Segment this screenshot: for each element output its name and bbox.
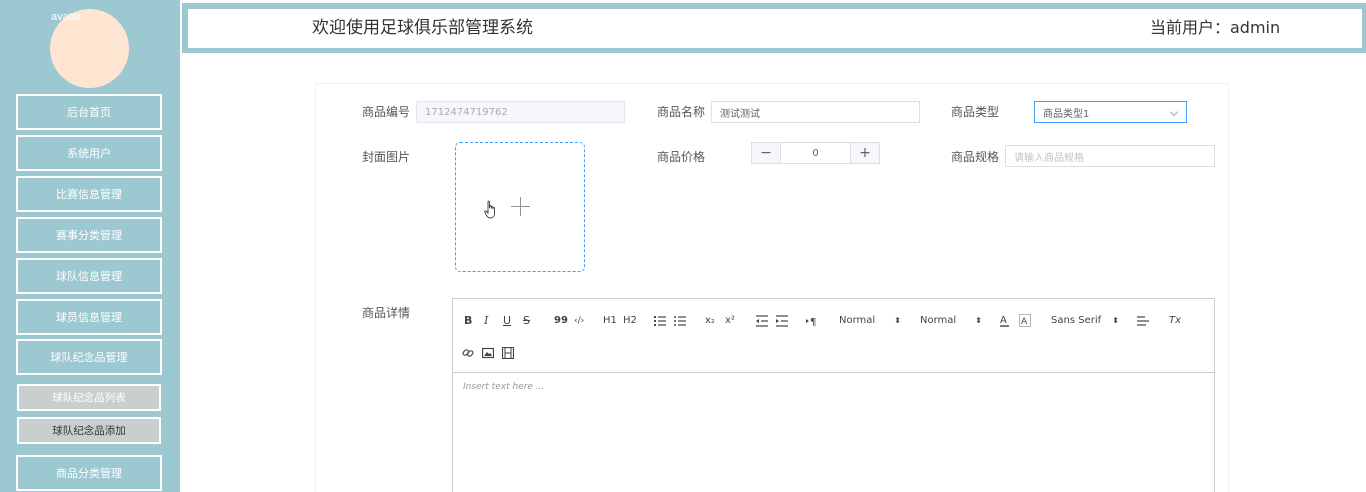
align-left-icon[interactable]: [1137, 315, 1149, 327]
type-select[interactable]: 商品类型1: [1034, 101, 1187, 123]
image-icon[interactable]: [482, 347, 494, 359]
indent-icon[interactable]: [776, 315, 788, 327]
h2-button[interactable]: H2: [623, 315, 637, 327]
superscript-button[interactable]: x²: [725, 315, 735, 327]
price-stepper[interactable]: − 0 +: [751, 142, 880, 164]
type-label: 商品类型: [951, 105, 1000, 119]
heading-select-value: Normal: [839, 315, 876, 326]
current-user: 当前用户：admin: [1150, 18, 1281, 37]
cover-label: 封面图片: [362, 150, 411, 164]
editor-toolbar: [452, 298, 1215, 373]
bold-button[interactable]: B: [464, 315, 472, 327]
sidebar-subitem-souvenir-list[interactable]: 球队纪念品列表: [17, 384, 161, 411]
type-select-value: 商品类型1: [1043, 108, 1090, 120]
svg-text:A: A: [1000, 315, 1007, 326]
video-icon[interactable]: [502, 347, 514, 359]
sidebar-item-event-category[interactable]: 赛事分类管理: [16, 217, 162, 253]
sidebar-item-home[interactable]: 后台首页: [16, 94, 162, 130]
app-root: avatar 后台首页 系统用户 比赛信息管理 赛事分类管理 球队信息管理 球员…: [0, 0, 1366, 492]
plus-icon: [511, 197, 531, 217]
increase-button[interactable]: +: [850, 143, 879, 163]
price-label: 商品价格: [657, 150, 706, 164]
code-input: 1712474719762: [416, 101, 625, 123]
detail-label: 商品详情: [362, 306, 411, 320]
text-color-icon[interactable]: A: [999, 314, 1011, 328]
blockquote-button[interactable]: 99: [554, 315, 568, 327]
font-select-value: Sans Serif: [1051, 315, 1102, 326]
decrease-button[interactable]: −: [752, 143, 781, 163]
sidebar-item-match-info[interactable]: 比赛信息管理: [16, 176, 162, 212]
page-title: 欢迎使用足球俱乐部管理系统: [312, 18, 533, 38]
name-label: 商品名称: [657, 105, 706, 119]
underline-button[interactable]: U: [503, 315, 511, 327]
editor-placeholder[interactable]: Insert text here ...: [463, 382, 544, 392]
sidebar-item-player-info[interactable]: 球员信息管理: [16, 299, 162, 335]
avatar-alt-text: avatar: [51, 11, 82, 23]
code-label: 商品编号: [362, 105, 411, 119]
clear-format-button[interactable]: Tx: [1169, 315, 1181, 327]
size-select-value: Normal: [920, 315, 957, 326]
select-arrows-icon: ⬍: [1112, 316, 1119, 325]
select-arrows-icon: ⬍: [975, 316, 982, 325]
background-color-icon[interactable]: A: [1019, 314, 1031, 328]
spec-input[interactable]: 请输入商品规格: [1005, 145, 1215, 167]
sidebar-item-goods-category[interactable]: 商品分类管理: [16, 455, 162, 491]
sidebar-item-system-users[interactable]: 系统用户: [16, 135, 162, 171]
size-select[interactable]: Normal ⬍: [920, 315, 982, 327]
name-input[interactable]: 测试测试: [711, 101, 920, 123]
text-direction-icon[interactable]: ¶: [806, 315, 818, 327]
font-select[interactable]: Sans Serif ⬍: [1051, 315, 1119, 327]
price-value[interactable]: 0: [781, 143, 850, 163]
h1-button[interactable]: H1: [603, 315, 617, 327]
ordered-list-icon[interactable]: [654, 315, 666, 327]
select-arrows-icon: ⬍: [894, 316, 901, 325]
subscript-button[interactable]: x₂: [705, 315, 715, 327]
chevron-down-icon: [1169, 107, 1179, 117]
outdent-icon[interactable]: [756, 315, 768, 327]
sidebar-item-team-info[interactable]: 球队信息管理: [16, 258, 162, 294]
sidebar-item-souvenir[interactable]: 球队纪念品管理: [16, 339, 162, 375]
spec-label: 商品规格: [951, 150, 1000, 164]
sidebar: avatar 后台首页 系统用户 比赛信息管理 赛事分类管理 球队信息管理 球员…: [0, 0, 180, 492]
italic-button[interactable]: I: [484, 315, 488, 327]
sidebar-subitem-souvenir-add[interactable]: 球队纪念品添加: [17, 417, 161, 444]
bullet-list-icon[interactable]: [674, 315, 686, 327]
strike-button[interactable]: S: [523, 315, 530, 327]
svg-text:A: A: [1021, 317, 1028, 327]
link-icon[interactable]: [462, 347, 474, 359]
svg-text:¶: ¶: [810, 317, 816, 327]
hand-cursor-icon: [484, 200, 495, 219]
code-block-button[interactable]: ‹/›: [574, 315, 584, 327]
heading-select[interactable]: Normal ⬍: [839, 315, 901, 327]
